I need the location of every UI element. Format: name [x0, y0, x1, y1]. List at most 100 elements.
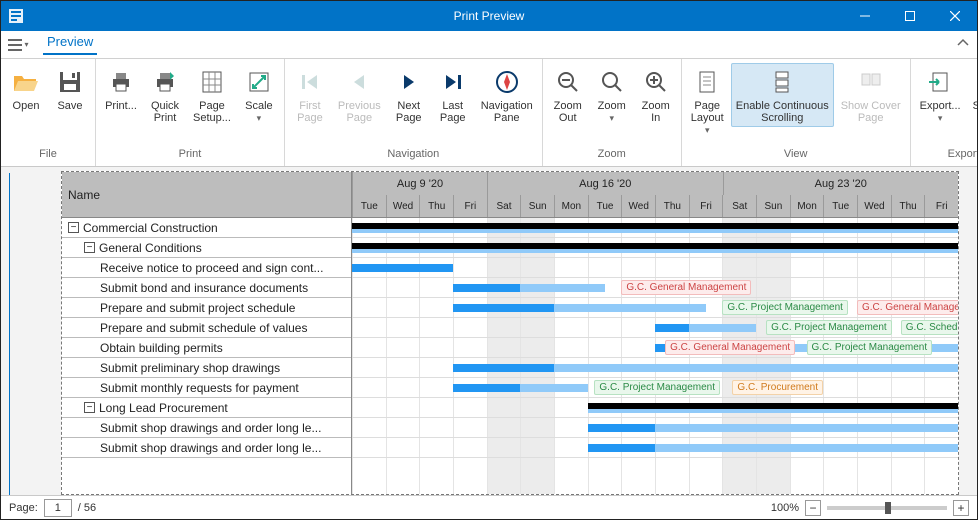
quick-print-button[interactable]: Quick Print: [144, 63, 186, 127]
gantt-resource-tag: G.C. General Management: [665, 340, 795, 355]
save-button[interactable]: Save: [49, 63, 91, 115]
gantt-day-header: Fri: [453, 195, 487, 217]
quick-access-icon[interactable]: ▾: [7, 34, 29, 56]
gantt-week-header: Aug 9 '20: [352, 172, 487, 195]
ribbon-tabs-row: ▾ Preview: [1, 31, 977, 59]
gantt-day-header: Sun: [520, 195, 554, 217]
gantt-task-bar: [352, 264, 453, 272]
send-button[interactable]: Send... ▾: [968, 63, 978, 127]
gantt-row-label: Commercial Construction: [83, 221, 218, 235]
gantt-task-bar: [352, 229, 958, 233]
gantt-resource-tag: G.C. General Management: [857, 300, 958, 315]
gantt-task-bar: [453, 284, 520, 292]
zoom-slider[interactable]: [827, 506, 947, 510]
gantt-resource-tag: G.C. Scheduler: [901, 320, 958, 335]
maximize-button[interactable]: [887, 1, 932, 31]
gantt-bar-row: [352, 438, 958, 458]
gantt-day-header: Thu: [419, 195, 453, 217]
next-page-icon: [393, 66, 425, 98]
zoom-icon: [596, 66, 628, 98]
gantt-bar-row: G.C. Project ManagementG.C. Procurement: [352, 378, 958, 398]
gantt-task-bar: [655, 324, 689, 332]
preview-area[interactable]: Name −Commercial Construction−General Co…: [1, 167, 977, 495]
gantt-row: Receive notice to proceed and sign cont.…: [62, 258, 351, 278]
gantt-day-header: Wed: [621, 195, 655, 217]
title-bar: Print Preview: [1, 1, 977, 31]
zoom-button[interactable]: Zoom ▾: [591, 63, 633, 127]
zoom-out-status-button[interactable]: −: [805, 500, 821, 516]
gantt-timeline: Aug 9 '20Aug 16 '20Aug 23 '20 TueWedThuF…: [352, 172, 958, 494]
app-icon: [1, 8, 31, 24]
envelope-icon: [974, 66, 978, 98]
collapse-ribbon-icon[interactable]: [957, 37, 969, 49]
continuous-scroll-icon: [766, 66, 798, 98]
gantt-resource-tag: G.C. Project Management: [594, 380, 720, 395]
collapse-toggle[interactable]: −: [84, 242, 95, 253]
gantt-task-bar: [588, 409, 958, 413]
gantt-row: Submit shop drawings and order long le..…: [62, 418, 351, 438]
export-button[interactable]: Export... ▾: [915, 63, 966, 127]
print-button[interactable]: Print...: [100, 63, 142, 115]
group-label-export: Export: [911, 148, 978, 166]
gantt-day-header: Wed: [857, 195, 891, 217]
page-layout-icon: [691, 66, 723, 98]
gantt-resource-tag: G.C. Project Management: [722, 300, 848, 315]
zoom-out-icon: [552, 66, 584, 98]
gantt-task-bar: [588, 424, 655, 432]
continuous-scroll-button[interactable]: Enable Continuous Scrolling: [731, 63, 834, 127]
save-icon: [54, 66, 86, 98]
collapse-toggle[interactable]: −: [68, 222, 79, 233]
gantt-row-label: Prepare and submit schedule of values: [100, 321, 307, 335]
group-label-zoom: Zoom: [543, 148, 681, 166]
close-button[interactable]: [932, 1, 977, 31]
gantt-bar-row: G.C. General Management: [352, 278, 958, 298]
gantt-timeline-body: G.C. General ManagementG.C. Project Mana…: [352, 218, 958, 494]
gantt-row: Submit preliminary shop drawings: [62, 358, 351, 378]
gantt-bar-row: G.C. Project Management G.C. General Mana…: [352, 298, 958, 318]
gantt-task-bar: [453, 384, 520, 392]
gantt-row: Submit monthly requests for payment: [62, 378, 351, 398]
page-content: Name −Commercial Construction−General Co…: [61, 171, 959, 495]
last-page-button[interactable]: Last Page: [432, 63, 474, 127]
gantt-resource-tag: G.C. General Management: [621, 280, 751, 295]
chevron-down-icon: ▾: [938, 113, 943, 124]
gantt-day-header: Sat: [487, 195, 521, 217]
gantt-row-label: Submit preliminary shop drawings: [100, 361, 280, 375]
gantt-day-header: Thu: [655, 195, 689, 217]
gantt-row-label: General Conditions: [99, 241, 202, 255]
gantt-row: Submit shop drawings and order long le..…: [62, 438, 351, 458]
gantt-row: Obtain building permits: [62, 338, 351, 358]
page-setup-button[interactable]: Page Setup...: [188, 63, 236, 127]
next-page-button[interactable]: Next Page: [388, 63, 430, 127]
gantt-bar-row: [352, 218, 958, 238]
gantt-row: Prepare and submit schedule of values: [62, 318, 351, 338]
navigation-pane-button[interactable]: Navigation Pane: [476, 63, 538, 127]
gantt-row-label: Prepare and submit project schedule: [100, 301, 295, 315]
gantt-row: Submit bond and insurance documents: [62, 278, 351, 298]
ribbon-group-view: Page Layout ▾ Enable Continuous Scrollin…: [682, 59, 911, 166]
gantt-row-label: Submit monthly requests for payment: [100, 381, 299, 395]
zoom-out-button[interactable]: Zoom Out: [547, 63, 589, 127]
gantt-day-header: Mon: [554, 195, 588, 217]
gantt-bar-row: G.C. General ManagementG.C. Project Mana…: [352, 338, 958, 358]
zoom-in-status-button[interactable]: +: [953, 500, 969, 516]
chevron-down-icon: ▾: [705, 125, 710, 136]
open-button[interactable]: Open: [5, 63, 47, 115]
cover-page-icon: [855, 66, 887, 98]
zoom-slider-thumb[interactable]: [885, 502, 891, 514]
page-layout-button[interactable]: Page Layout ▾: [686, 63, 729, 139]
minimize-button[interactable]: [842, 1, 887, 31]
collapse-toggle[interactable]: −: [84, 402, 95, 413]
page-total: / 56: [78, 502, 96, 514]
tab-preview[interactable]: Preview: [43, 34, 97, 55]
page-label: Page:: [9, 502, 38, 514]
gantt-row: −Commercial Construction: [62, 218, 351, 238]
zoom-in-button[interactable]: Zoom In: [635, 63, 677, 127]
gantt-row-label: Submit bond and insurance documents: [100, 281, 308, 295]
chevron-down-icon: ▾: [257, 113, 262, 124]
page-number-input[interactable]: 1: [44, 499, 72, 517]
margin-ruler: [9, 173, 15, 495]
show-cover-button: Show Cover Page: [836, 63, 906, 127]
gantt-bar-row: [352, 238, 958, 258]
scale-button[interactable]: Scale ▾: [238, 63, 280, 127]
